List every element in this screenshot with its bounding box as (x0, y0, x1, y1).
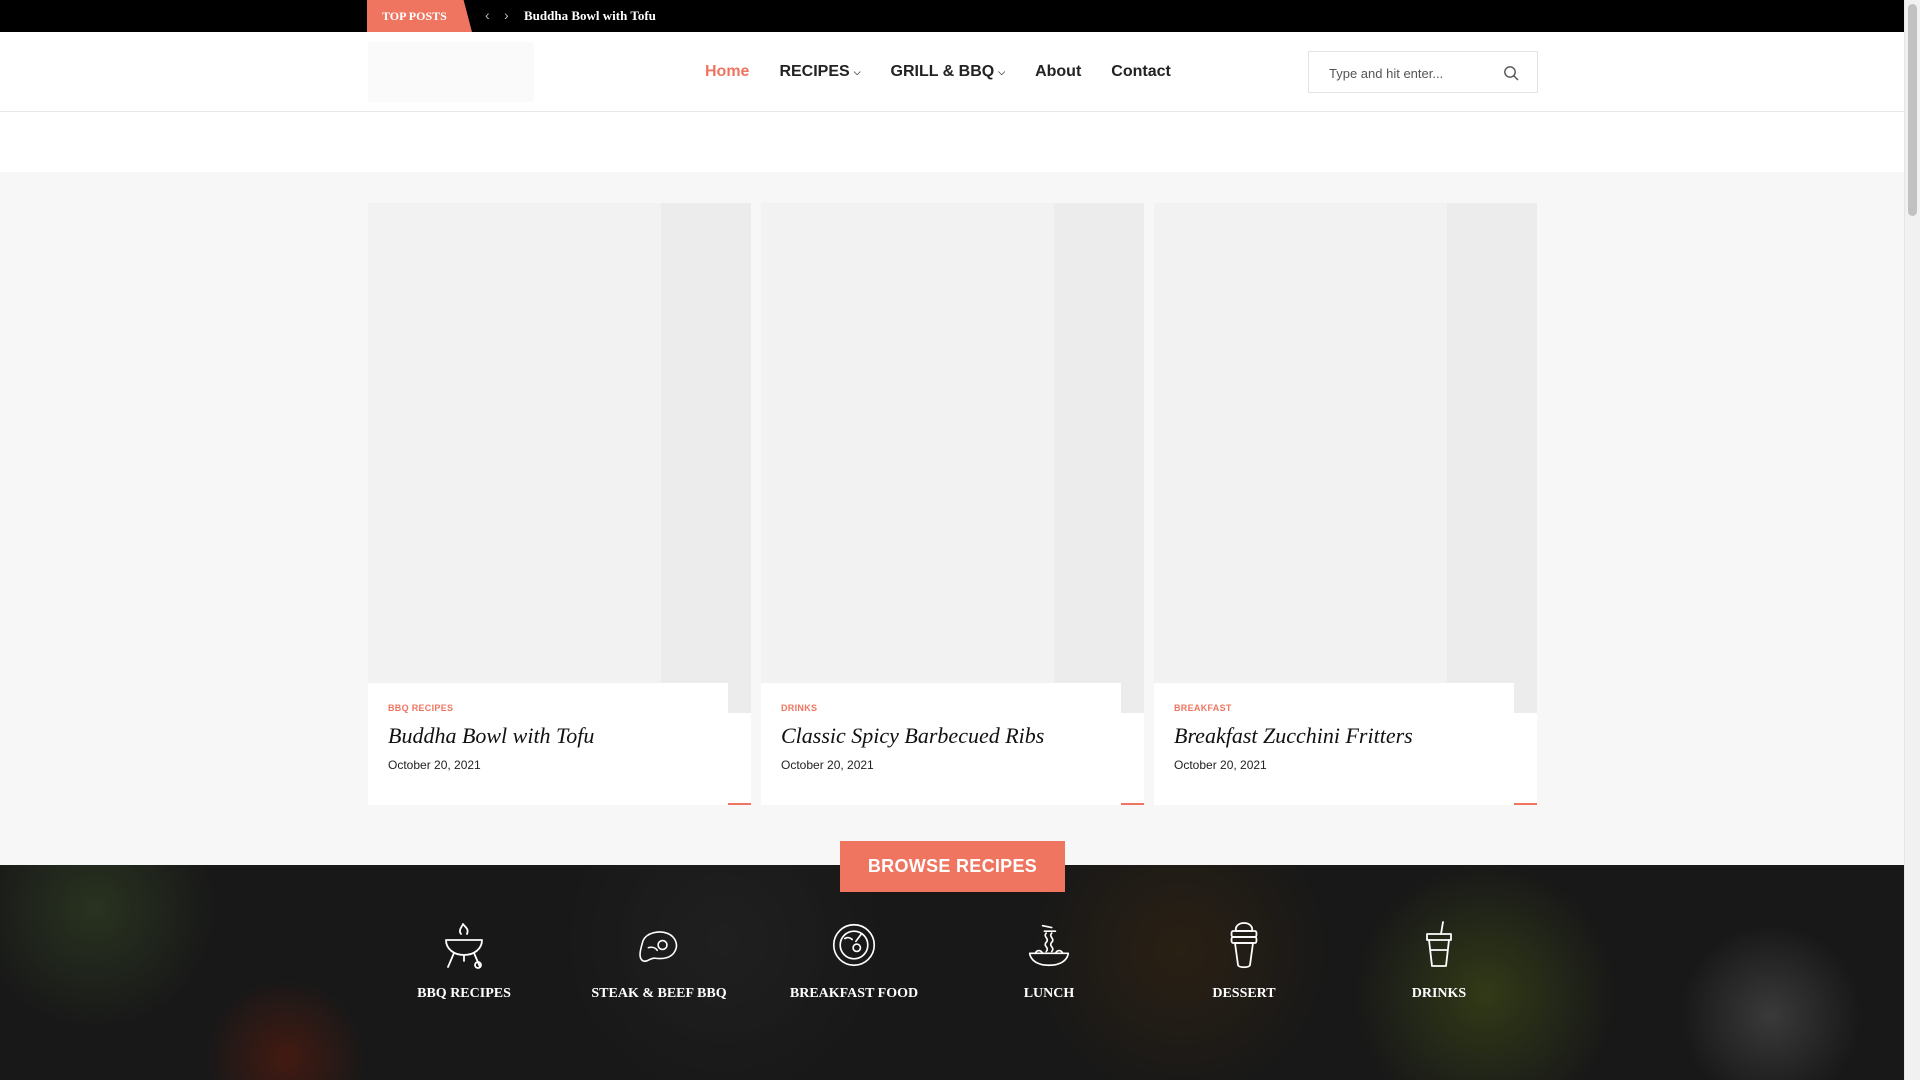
post-thumbnail[interactable] (761, 203, 1144, 713)
category-lunch[interactable]: LUNCH (959, 920, 1139, 1002)
category-bbq-recipes[interactable]: BBQ RECIPES (374, 920, 554, 1002)
search-input[interactable] (1329, 63, 1499, 83)
nav-item-about[interactable]: About (1035, 63, 1081, 81)
chevron-down-icon: ⌵ (853, 66, 861, 77)
post-category[interactable]: BREAKFAST (1174, 703, 1232, 713)
post-card[interactable]: BREAKFAST Breakfast Zucchini Fritters Oc… (1154, 203, 1537, 805)
search-icon[interactable] (1503, 65, 1519, 81)
top-posts-label: TOP POSTS (367, 0, 472, 32)
post-date: October 20, 2021 (1174, 758, 1267, 772)
post-category[interactable]: BBQ RECIPES (388, 703, 453, 713)
chevron-right-icon[interactable]: › (504, 0, 509, 32)
category-breakfast-food[interactable]: BREAKFAST FOOD (764, 920, 944, 1002)
post-title[interactable]: Breakfast Zucchini Fritters (1174, 723, 1413, 749)
main-nav: Home RECIPES ⌵ GRILL & BBQ ⌵ About Contact (705, 32, 1201, 112)
post-category[interactable]: DRINKS (781, 703, 817, 713)
category-steak-beef-bbq[interactable]: STEAK & BEEF BBQ (569, 920, 749, 1002)
plate-icon (832, 923, 876, 967)
browse-background (0, 865, 1904, 1080)
post-card[interactable]: BBQ RECIPES Buddha Bowl with Tofu Octobe… (368, 203, 751, 805)
ice-cream-icon (1230, 922, 1258, 969)
nav-item-home[interactable]: Home (705, 63, 749, 81)
scrollbar-thumb[interactable] (1908, 4, 1917, 216)
top-post-link[interactable]: Buddha Bowl with Tofu (524, 0, 656, 32)
drink-cup-icon (1426, 921, 1452, 967)
nav-item-grill-bbq[interactable]: GRILL & BBQ ⌵ (891, 63, 1006, 81)
post-title[interactable]: Classic Spicy Barbecued Ribs (781, 723, 1044, 749)
site-header: Home RECIPES ⌵ GRILL & BBQ ⌵ About Contact (0, 32, 1904, 112)
post-title[interactable]: Buddha Bowl with Tofu (388, 723, 594, 749)
category-dessert[interactable]: DESSERT (1154, 920, 1334, 1002)
top-bar: TOP POSTS ‹ › Buddha Bowl with Tofu (0, 0, 1904, 32)
search-box (1308, 51, 1538, 93)
post-date: October 20, 2021 (388, 758, 481, 772)
page-scrollbar[interactable] (1904, 0, 1920, 1080)
browse-recipes-button[interactable]: BROWSE RECIPES (840, 841, 1065, 892)
post-thumbnail[interactable] (368, 203, 751, 713)
nav-item-recipes[interactable]: RECIPES ⌵ (779, 63, 860, 81)
noodles-icon (1028, 924, 1070, 967)
chevron-left-icon[interactable]: ‹ (485, 0, 490, 32)
grill-icon (445, 923, 483, 969)
nav-item-contact[interactable]: Contact (1111, 63, 1171, 81)
chevron-down-icon: ⌵ (998, 66, 1006, 77)
post-date: October 20, 2021 (781, 758, 874, 772)
steak-icon (639, 931, 678, 963)
post-card[interactable]: DRINKS Classic Spicy Barbecued Ribs Octo… (761, 203, 1144, 805)
site-logo[interactable] (368, 42, 534, 102)
post-thumbnail[interactable] (1154, 203, 1537, 713)
category-drinks[interactable]: DRINKS (1349, 920, 1529, 1002)
